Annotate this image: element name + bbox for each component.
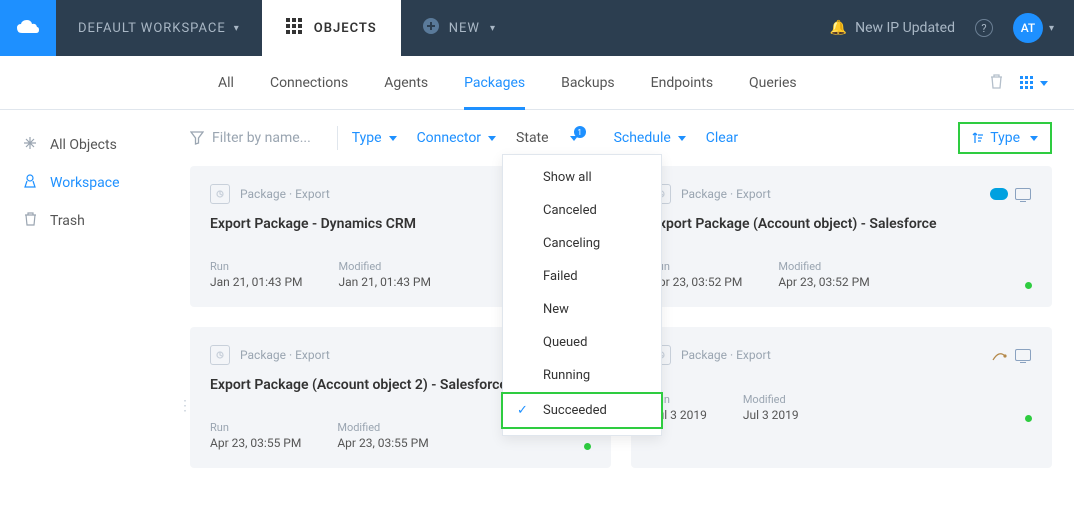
state-option-queued[interactable]: Queued bbox=[503, 326, 661, 359]
grid-icon bbox=[286, 18, 302, 38]
run-value: Apr 23, 03:52 PM bbox=[651, 275, 742, 289]
new-label: NEW bbox=[449, 21, 480, 36]
tab-endpoints[interactable]: Endpoints bbox=[633, 56, 731, 109]
status-indicator bbox=[1025, 282, 1032, 289]
tab-queries[interactable]: Queries bbox=[731, 56, 815, 109]
tab-connections[interactable]: Connections bbox=[252, 56, 366, 109]
chevron-down-icon: ▾ bbox=[490, 23, 496, 34]
monitor-icon bbox=[1014, 348, 1032, 363]
modified-value: Apr 23, 03:55 PM bbox=[337, 436, 428, 450]
monitor-icon bbox=[1014, 187, 1032, 202]
workspace-label: DEFAULT WORKSPACE bbox=[78, 21, 226, 36]
notification-item[interactable]: 🔔 New IP Updated bbox=[830, 20, 955, 36]
state-option-running[interactable]: Running bbox=[503, 359, 661, 392]
chevron-down-icon bbox=[385, 130, 397, 146]
state-option-succeeded[interactable]: Succeeded bbox=[501, 392, 663, 429]
card-breadcrumb: Package · Export bbox=[681, 187, 771, 201]
modified-label: Modified bbox=[743, 393, 799, 406]
run-label: Run bbox=[210, 421, 301, 434]
modified-label: Modified bbox=[778, 260, 869, 273]
sidebar-item-label: All Objects bbox=[50, 137, 117, 153]
run-value: Jan 21, 01:43 PM bbox=[210, 275, 302, 289]
query-icon bbox=[990, 348, 1008, 363]
tab-backups[interactable]: Backups bbox=[543, 56, 633, 109]
tab-packages[interactable]: Packages bbox=[446, 56, 543, 109]
modified-value: Jan 21, 01:43 PM bbox=[338, 275, 430, 289]
chevron-down-icon: ▾ bbox=[1049, 23, 1054, 34]
status-indicator bbox=[1025, 415, 1032, 422]
card-breadcrumb: Package · Export bbox=[240, 348, 330, 362]
card-breadcrumb: Package · Export bbox=[240, 187, 330, 201]
workspace-selector[interactable]: DEFAULT WORKSPACE ▾ bbox=[56, 21, 262, 36]
state-option-canceling[interactable]: Canceling bbox=[503, 227, 661, 260]
modified-label: Modified bbox=[337, 421, 428, 434]
app-logo[interactable] bbox=[0, 0, 56, 56]
sparkle-icon bbox=[22, 136, 38, 154]
help-icon[interactable]: ? bbox=[975, 19, 993, 37]
trash-icon bbox=[22, 212, 38, 230]
chevron-down-icon bbox=[1026, 130, 1038, 146]
modified-value: Jul 3 2019 bbox=[743, 408, 799, 422]
filter-name-input[interactable]: Filter by name... bbox=[190, 130, 333, 146]
state-dropdown: Show allCanceledCancelingFailedNewQueued… bbox=[502, 154, 662, 436]
modified-label: Modified bbox=[338, 260, 430, 273]
package-icon bbox=[210, 345, 230, 365]
plus-circle-icon bbox=[423, 18, 439, 38]
chevron-down-icon bbox=[484, 130, 496, 146]
drag-handle-icon[interactable]: ⋮ bbox=[178, 398, 193, 414]
filter-state[interactable]: State 1 bbox=[506, 130, 604, 146]
run-value: Apr 23, 03:55 PM bbox=[210, 436, 301, 450]
salesforce-icon bbox=[990, 187, 1008, 202]
top-navigation: DEFAULT WORKSPACE ▾ OBJECTS NEW ▾ 🔔 New … bbox=[0, 0, 1074, 56]
modified-value: Apr 23, 03:52 PM bbox=[778, 275, 869, 289]
card-breadcrumb: Package · Export bbox=[681, 348, 771, 362]
user-menu[interactable]: AT ▾ bbox=[1013, 13, 1054, 43]
run-label: Run bbox=[651, 260, 742, 273]
sidebar-item-trash[interactable]: Trash bbox=[0, 202, 190, 240]
sidebar-item-label: Workspace bbox=[50, 175, 120, 191]
state-option-new[interactable]: New bbox=[503, 293, 661, 326]
filter-placeholder: Filter by name... bbox=[212, 130, 311, 146]
filter-connector[interactable]: Connector bbox=[407, 130, 506, 146]
state-option-canceled[interactable]: Canceled bbox=[503, 194, 661, 227]
sidebar-item-workspace[interactable]: Workspace bbox=[0, 164, 190, 202]
status-indicator bbox=[584, 443, 591, 450]
filter-schedule[interactable]: Schedule bbox=[604, 130, 696, 146]
filter-type[interactable]: Type bbox=[342, 130, 407, 146]
notification-text: New IP Updated bbox=[855, 20, 955, 36]
object-tabs-row: AllConnectionsAgentsPackagesBackupsEndpo… bbox=[0, 56, 1074, 110]
sidebar: All Objects Workspace Trash bbox=[0, 110, 190, 468]
sort-selector[interactable]: Type bbox=[958, 122, 1052, 154]
clear-filters[interactable]: Clear bbox=[696, 130, 748, 146]
package-card[interactable]: Package · Export Export Package (Account … bbox=[631, 166, 1052, 307]
card-title: Export Package (Account object) - Salesf… bbox=[651, 216, 1032, 232]
chevron-down-icon: ▾ bbox=[234, 23, 240, 34]
tab-agents[interactable]: Agents bbox=[366, 56, 446, 109]
chevron-down-icon bbox=[674, 130, 686, 146]
package-card[interactable]: Package · Export RunJul 3 2019ModifiedJu… bbox=[631, 327, 1052, 468]
state-option-failed[interactable]: Failed bbox=[503, 260, 661, 293]
sort-icon bbox=[972, 132, 984, 144]
avatar: AT bbox=[1013, 13, 1043, 43]
funnel-icon bbox=[190, 131, 204, 145]
divider bbox=[337, 126, 338, 150]
workspace-icon bbox=[22, 174, 38, 192]
new-button[interactable]: NEW ▾ bbox=[401, 18, 518, 38]
bell-icon: 🔔 bbox=[830, 20, 847, 36]
objects-label: OBJECTS bbox=[314, 21, 377, 36]
tab-all[interactable]: All bbox=[200, 56, 252, 109]
run-label: Run bbox=[210, 260, 302, 273]
sidebar-item-label: Trash bbox=[50, 213, 85, 229]
state-option-show-all[interactable]: Show all bbox=[503, 161, 661, 194]
sidebar-item-all-objects[interactable]: All Objects bbox=[0, 126, 190, 164]
view-grid-icon[interactable] bbox=[1020, 73, 1048, 92]
trash-icon[interactable] bbox=[989, 73, 1004, 93]
objects-nav[interactable]: OBJECTS bbox=[262, 0, 401, 56]
package-icon bbox=[210, 184, 230, 204]
filter-state-badge: 1 bbox=[574, 126, 586, 138]
